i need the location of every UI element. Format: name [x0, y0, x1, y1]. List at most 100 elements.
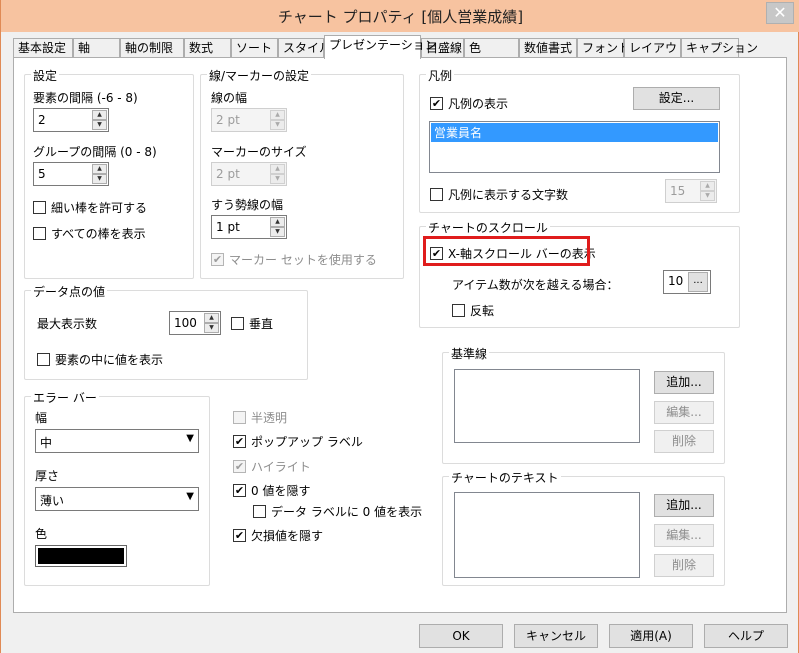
spin-up-icon[interactable]: ▲ — [270, 217, 285, 227]
trend-width-value[interactable]: 1 pt — [216, 220, 240, 234]
semi-transparent-label: 半透明 — [251, 411, 288, 425]
tab-layout[interactable]: レイアウト — [624, 38, 689, 58]
max-display-spinner[interactable]: 100 ▲ ▼ — [169, 311, 221, 335]
group-spacing-value[interactable]: 5 — [38, 167, 46, 181]
popup-labels-checkbox[interactable] — [233, 435, 246, 448]
hide-missing-checkbox[interactable] — [233, 529, 246, 542]
error-bars-group: エラー バー 幅 中 ▼ 厚さ 薄い ▼ 色 — [24, 389, 210, 586]
error-thickness-value[interactable]: 薄い — [40, 492, 64, 509]
hide-zero-checkbox[interactable] — [233, 484, 246, 497]
spin-up-icon[interactable]: ▲ — [92, 110, 107, 120]
vertical-checkbox[interactable] — [231, 317, 244, 330]
error-width-value[interactable]: 中 — [40, 434, 52, 451]
tab-sort[interactable]: ソート — [231, 38, 278, 58]
legend-settings-button[interactable]: 設定... — [633, 87, 720, 110]
chart-text-legend: チャートのテキスト — [449, 469, 561, 486]
tab-presentation[interactable]: プレゼンテーション — [324, 35, 437, 59]
spin-up-icon[interactable]: ▲ — [92, 164, 107, 174]
error-width-label: 幅 — [35, 411, 48, 425]
bar-spacing-spinner[interactable]: 2 ▲ ▼ — [33, 108, 109, 132]
cancel-button[interactable]: キャンセル — [514, 624, 598, 648]
chart-properties-dialog: チャート プロパティ [個人営業成績] ✕ 基本設定 軸 軸の制限 数式 ソート… — [0, 0, 799, 653]
error-thickness-select[interactable]: 薄い ▼ — [35, 487, 199, 511]
limit-chars-value[interactable]: 15 — [670, 184, 685, 198]
chart-text-delete-button[interactable]: 削除 — [654, 554, 714, 577]
spin-up-icon[interactable]: ▲ — [700, 181, 715, 191]
show-all-bars-label: すべての棒を表示 — [51, 227, 146, 241]
show-zero-on-labels-checkbox[interactable] — [253, 505, 266, 518]
values-inside-label: 要素の中に値を表示 — [55, 353, 164, 367]
chevron-down-icon[interactable]: ▼ — [186, 491, 194, 502]
tab-axis-limits[interactable]: 軸の制限 — [120, 38, 184, 58]
apply-button[interactable]: 適用(A) — [609, 624, 693, 648]
legend-listbox[interactable]: 営業員名 — [429, 121, 720, 173]
tab-axis[interactable]: 軸 — [73, 38, 120, 58]
highlight-checkbox[interactable] — [233, 460, 246, 473]
values-inside-checkbox[interactable] — [37, 353, 50, 366]
spin-down-icon[interactable]: ▼ — [270, 227, 285, 237]
tab-colors[interactable]: 色 — [464, 38, 519, 58]
limit-chars-spinner[interactable]: 15 ▲ ▼ — [665, 179, 717, 203]
tab-expressions[interactable]: 数式 — [184, 38, 231, 58]
reference-lines-group: 基準線 追加... 編集... 削除 — [442, 345, 725, 464]
settings-group: 設定 要素の間隔 (-6 - 8) 2 ▲ ▼ グループの間隔 (0 - 8) 5… — [24, 67, 194, 279]
trend-width-spinner[interactable]: 1 pt ▲ ▼ — [211, 215, 287, 239]
hide-zero-label: 0 値を隠す — [251, 484, 311, 498]
tab-style[interactable]: スタイル — [278, 38, 331, 58]
spin-up-icon[interactable]: ▲ — [204, 313, 219, 323]
show-legend-checkbox[interactable] — [430, 97, 443, 110]
spin-down-icon[interactable]: ▼ — [700, 191, 715, 201]
spin-down-icon[interactable]: ▼ — [204, 323, 219, 333]
legend-group: 凡例 凡例の表示 設定... 営業員名 凡例に表示する文字数 15 ▲▼ — [419, 67, 740, 213]
reference-delete-button[interactable]: 削除 — [654, 430, 714, 453]
spin-down-icon[interactable]: ▼ — [92, 120, 107, 130]
spin-down-icon[interactable]: ▼ — [270, 174, 285, 184]
tab-number-format[interactable]: 数値書式 — [519, 38, 577, 58]
chevron-down-icon[interactable]: ▼ — [186, 433, 194, 444]
spin-down-icon[interactable]: ▼ — [92, 174, 107, 184]
marker-size-value[interactable]: 2 pt — [216, 167, 240, 181]
spin-up-icon[interactable]: ▲ — [270, 110, 285, 120]
tab-basic[interactable]: 基本設定 — [13, 38, 73, 58]
max-display-value[interactable]: 100 — [174, 316, 197, 330]
spin-up-icon[interactable]: ▲ — [270, 164, 285, 174]
group-spacing-spinner[interactable]: 5 ▲ ▼ — [33, 162, 109, 186]
error-width-select[interactable]: 中 ▼ — [35, 429, 199, 453]
line-width-value[interactable]: 2 pt — [216, 113, 240, 127]
reference-edit-button[interactable]: 編集... — [654, 401, 714, 424]
window-title: チャート プロパティ [個人営業成績] — [277, 8, 524, 26]
error-color-button[interactable] — [35, 545, 127, 567]
chart-text-edit-button[interactable]: 編集... — [654, 524, 714, 547]
reference-lines-listbox[interactable] — [454, 369, 640, 443]
semi-transparent-checkbox[interactable] — [233, 411, 246, 424]
show-zero-on-labels-label: データ ラベルに 0 値を表示 — [271, 505, 423, 519]
reference-add-button[interactable]: 追加... — [654, 371, 714, 394]
line-width-spinner[interactable]: 2 pt ▲ ▼ — [211, 108, 287, 132]
allow-thin-bars-checkbox[interactable] — [33, 201, 46, 214]
close-icon[interactable]: ✕ — [766, 2, 794, 24]
chart-text-add-button[interactable]: 追加... — [654, 494, 714, 517]
vertical-label: 垂直 — [249, 317, 274, 331]
list-item[interactable]: 営業員名 — [431, 123, 718, 142]
bar-spacing-value[interactable]: 2 — [38, 113, 46, 127]
presentation-panel: 設定 要素の間隔 (-6 - 8) 2 ▲ ▼ グループの間隔 (0 - 8) 5… — [13, 57, 787, 613]
use-marker-set-checkbox[interactable] — [211, 253, 224, 266]
marker-size-spinner[interactable]: 2 pt ▲ ▼ — [211, 162, 287, 186]
ellipsis-button[interactable]: ... — [688, 272, 708, 292]
show-all-bars-checkbox[interactable] — [33, 227, 46, 240]
chart-text-group: チャートのテキスト 追加... 編集... 削除 — [442, 469, 725, 586]
items-exceed-label: アイテム数が次を越える場合： — [452, 278, 619, 292]
line-marker-group: 線/マーカーの設定 線の幅 2 pt ▲ ▼ マーカーのサイズ 2 pt ▲ ▼ す… — [200, 67, 404, 279]
chart-text-listbox[interactable] — [454, 492, 640, 578]
help-button[interactable]: ヘルプ — [704, 624, 788, 648]
limit-chars-checkbox[interactable] — [430, 188, 443, 201]
ok-button[interactable]: OK — [419, 624, 503, 648]
line-width-label: 線の幅 — [211, 91, 248, 105]
tab-caption[interactable]: キャプション — [681, 38, 758, 58]
tab-font[interactable]: フォント — [577, 38, 630, 58]
error-thickness-label: 厚さ — [35, 469, 60, 483]
reverse-checkbox[interactable] — [452, 304, 465, 317]
data-values-group: データ点の値 最大表示数 100 ▲ ▼ 垂直 要素の中に値を表示 — [24, 283, 308, 380]
spin-down-icon[interactable]: ▼ — [270, 120, 285, 130]
limit-chars-label: 凡例に表示する文字数 — [448, 188, 569, 202]
